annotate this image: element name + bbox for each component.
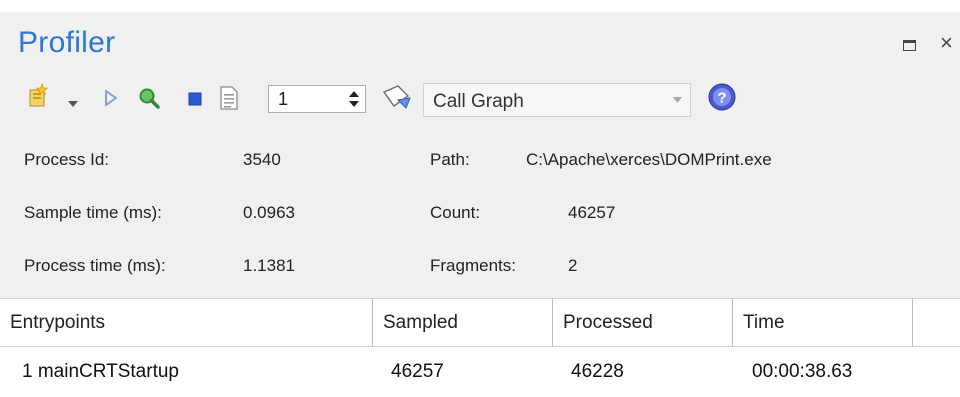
attach-process-icon[interactable]	[382, 84, 412, 117]
svg-text:?: ?	[717, 90, 726, 107]
chevron-down-icon[interactable]	[673, 97, 682, 103]
column-header-time[interactable]: Time	[733, 299, 913, 347]
fragments-label: Fragments:	[430, 256, 516, 275]
dropdown-arrow-icon[interactable]	[68, 94, 78, 112]
process-id-label: Process Id:	[24, 150, 110, 169]
close-button[interactable]: ×	[940, 32, 953, 54]
path-value: C:\Apache\xerces\DOMPrint.exe	[526, 150, 772, 169]
process-time-label: Process time (ms):	[24, 256, 166, 275]
column-header-processed[interactable]: Processed	[553, 299, 733, 347]
column-header-sampled[interactable]: Sampled	[373, 299, 553, 347]
cell-entrypoint: 1 mainCRTStartup	[22, 361, 179, 382]
cell-sampled: 46257	[391, 361, 444, 382]
cell-processed: 46228	[571, 361, 624, 382]
sample-count-stepper[interactable]: 1	[268, 85, 366, 113]
play-icon[interactable]	[104, 89, 118, 112]
stepper-arrows-icon[interactable]	[349, 89, 359, 109]
view-select-value: Call Graph	[433, 91, 524, 112]
stop-icon[interactable]	[188, 92, 202, 111]
stepper-value: 1	[278, 89, 289, 109]
maximize-button[interactable]	[903, 40, 916, 51]
process-id-value: 3540	[243, 150, 281, 169]
document-icon[interactable]	[218, 85, 240, 116]
column-header-entrypoints[interactable]: Entrypoints	[0, 299, 373, 347]
profiler-panel: Profiler × 1 Call Graph ? Process Id: 35…	[0, 12, 960, 397]
title-bar: Profiler ×	[0, 12, 960, 70]
process-time-value: 1.1381	[243, 256, 295, 275]
search-icon[interactable]	[137, 86, 161, 115]
count-label: Count:	[430, 203, 481, 222]
path-label: Path:	[430, 150, 470, 169]
fragments-value: 2	[568, 256, 578, 275]
help-icon[interactable]: ?	[707, 82, 737, 117]
cell-time: 00:00:38.63	[752, 361, 853, 382]
count-value: 46257	[568, 203, 616, 222]
sample-time-value: 0.0963	[243, 203, 295, 222]
view-select[interactable]: Call Graph	[423, 83, 691, 117]
entrypoints-table: Entrypoints Sampled Processed Time 1 mai…	[0, 298, 960, 397]
sample-time-label: Sample time (ms):	[24, 203, 162, 222]
column-header-filler	[913, 299, 960, 347]
window-title: Profiler	[18, 26, 116, 59]
new-icon[interactable]	[26, 82, 52, 113]
